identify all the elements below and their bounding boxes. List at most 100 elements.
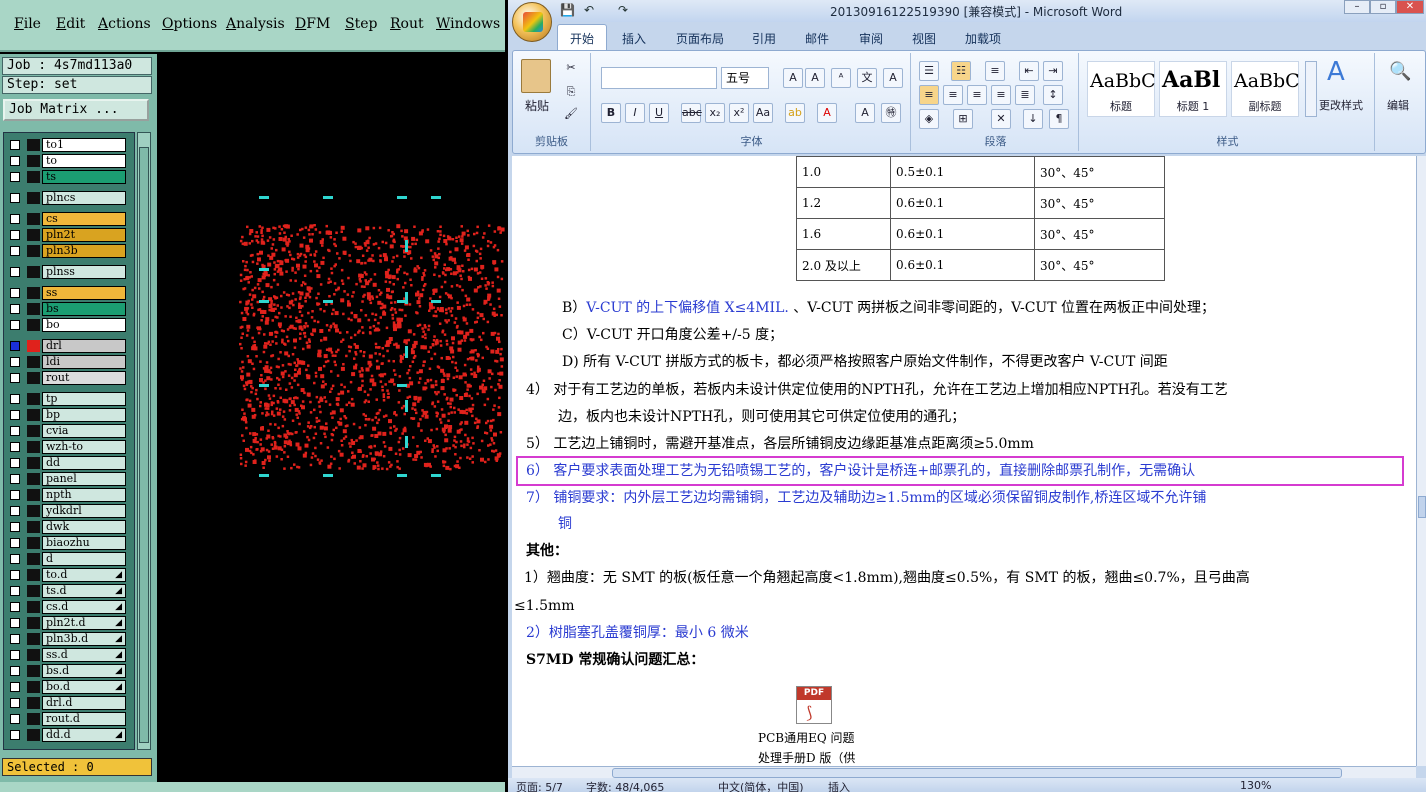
layer-checkbox[interactable] <box>10 193 20 203</box>
layer-checkbox[interactable] <box>10 357 20 367</box>
layer-checkbox[interactable] <box>10 506 20 516</box>
menu-step[interactable]: Step <box>345 16 377 32</box>
layer-name[interactable]: pln2t.d ◢ <box>42 616 126 630</box>
layer-affected-box[interactable] <box>27 425 40 437</box>
style-subtitle[interactable]: AaBbC 副标题 <box>1231 61 1300 117</box>
grow-font-icon[interactable]: A <box>783 68 803 88</box>
layer-checkbox[interactable] <box>10 394 20 404</box>
menu-windows[interactable]: Windows <box>436 16 500 32</box>
undo-icon[interactable]: ↶ <box>584 3 594 17</box>
layer-affected-box[interactable] <box>27 192 40 204</box>
tab-view[interactable]: 视图 <box>912 30 936 47</box>
phonetic-icon[interactable]: 文 <box>857 68 877 88</box>
layer-name[interactable]: to <box>42 154 126 168</box>
align-left-icon[interactable]: ≡ <box>919 85 939 105</box>
layer-checkbox[interactable] <box>10 618 20 628</box>
layer-row[interactable]: bp <box>6 408 126 422</box>
subscript-icon[interactable]: x₂ <box>705 103 725 123</box>
strikethrough-icon[interactable]: abc <box>681 103 702 123</box>
layer-name[interactable]: ss <box>42 286 126 300</box>
layer-row[interactable]: dd.d ◢ <box>6 728 126 742</box>
shading-icon[interactable]: ◈ <box>919 109 939 129</box>
layer-name[interactable]: rout <box>42 371 126 385</box>
redo-icon[interactable]: ↷ <box>618 3 628 17</box>
layer-name[interactable]: cs <box>42 212 126 226</box>
layer-affected-box[interactable] <box>27 441 40 453</box>
job-matrix-button[interactable]: Job Matrix ... <box>3 99 149 121</box>
layer-row[interactable]: biaozhu <box>6 536 126 550</box>
doc-line-6[interactable]: 6） 客户要求表面处理工艺为无铅喷锡工艺的，客户设计是桥连+邮票孔的，直接删除邮… <box>526 461 1195 481</box>
layer-name[interactable]: drl.d <box>42 696 126 710</box>
change-styles-icon[interactable]: A <box>1327 57 1345 87</box>
status-zoom[interactable]: 130% <box>1240 779 1271 792</box>
layer-name[interactable]: to.d ◢ <box>42 568 126 582</box>
layer-name[interactable]: panel <box>42 472 126 486</box>
layer-name[interactable]: to1 <box>42 138 126 152</box>
menu-rout[interactable]: Rout <box>390 16 424 32</box>
layer-checkbox[interactable] <box>10 172 20 182</box>
layer-checkbox[interactable] <box>10 586 20 596</box>
layer-affected-box[interactable] <box>27 633 40 645</box>
attachment-caption-1[interactable]: PCB通用EQ 问题 <box>758 728 855 748</box>
layer-affected-box[interactable] <box>27 649 40 661</box>
layer-name[interactable]: dd.d ◢ <box>42 728 126 742</box>
layer-row[interactable]: bo <box>6 318 126 332</box>
layer-name[interactable]: wzh-to <box>42 440 126 454</box>
layer-affected-box[interactable] <box>27 681 40 693</box>
layer-affected-box[interactable] <box>27 229 40 241</box>
layer-row[interactable]: rout.d <box>6 712 126 726</box>
layer-affected-box[interactable] <box>27 319 40 331</box>
horizontal-scrollbar[interactable] <box>512 766 1416 778</box>
layer-name[interactable]: pln3b.d ◢ <box>42 632 126 646</box>
layer-checkbox[interactable] <box>10 714 20 724</box>
minimize-button[interactable]: – <box>1344 0 1370 14</box>
layer-name[interactable]: bs.d ◢ <box>42 664 126 678</box>
layer-checkbox[interactable] <box>10 554 20 564</box>
layer-affected-box[interactable] <box>27 372 40 384</box>
style-title[interactable]: AaBbC 标题 <box>1087 61 1156 117</box>
change-styles-label[interactable]: 更改样式 <box>1319 97 1363 113</box>
layer-checkbox[interactable] <box>10 682 20 692</box>
pdf-attachment-icon[interactable]: PDF ⟆ <box>796 686 832 724</box>
layer-name[interactable]: rout.d <box>42 712 126 726</box>
align-center-icon[interactable]: ≡ <box>943 85 963 105</box>
layer-checkbox[interactable] <box>10 570 20 580</box>
layer-affected-box[interactable] <box>27 287 40 299</box>
layer-row[interactable]: cvia <box>6 424 126 438</box>
layer-affected-box[interactable] <box>27 213 40 225</box>
layer-checkbox[interactable] <box>10 458 20 468</box>
layer-row[interactable]: to.d ◢ <box>6 568 126 582</box>
layer-row[interactable]: wzh-to <box>6 440 126 454</box>
enclose-char-icon[interactable]: ㊕ <box>881 103 901 123</box>
show-marks-icon[interactable]: ¶ <box>1049 109 1069 129</box>
layer-affected-box[interactable] <box>27 729 40 741</box>
layer-checkbox[interactable] <box>10 288 20 298</box>
status-page[interactable]: 页面: 5/7 <box>516 779 563 792</box>
align-right-icon[interactable]: ≡ <box>967 85 987 105</box>
close-button[interactable]: ✕ <box>1396 0 1424 14</box>
paste-icon[interactable] <box>521 59 551 93</box>
distribute-icon[interactable]: ≣ <box>1015 85 1035 105</box>
layer-checkbox[interactable] <box>10 490 20 500</box>
layer-row[interactable]: d <box>6 552 126 566</box>
layer-row[interactable]: bs <box>6 302 126 316</box>
layer-checkbox[interactable] <box>10 246 20 256</box>
tab-home[interactable]: 开始 <box>570 30 594 47</box>
menu-edit[interactable]: Edit <box>56 16 85 32</box>
layer-affected-box[interactable] <box>27 171 40 183</box>
line-spacing-icon[interactable]: ↕ <box>1043 85 1063 105</box>
layer-row[interactable]: pln3b.d ◢ <box>6 632 126 646</box>
layer-row[interactable]: to1 <box>6 138 126 152</box>
borders-icon[interactable]: ⊞ <box>953 109 973 129</box>
layer-checkbox[interactable] <box>10 666 20 676</box>
justify-icon[interactable]: ≡ <box>991 85 1011 105</box>
bold-icon[interactable]: B <box>601 103 621 123</box>
format-painter-icon[interactable]: 🖌 <box>561 105 581 125</box>
layer-name[interactable]: bp <box>42 408 126 422</box>
bullets-icon[interactable]: ☰ <box>919 61 939 81</box>
layer-row[interactable]: ts <box>6 170 126 184</box>
decrease-indent-icon[interactable]: ⇤ <box>1019 61 1039 81</box>
status-mode[interactable]: 插入 <box>828 779 850 792</box>
layer-name[interactable]: d <box>42 552 126 566</box>
layer-affected-box[interactable] <box>27 569 40 581</box>
